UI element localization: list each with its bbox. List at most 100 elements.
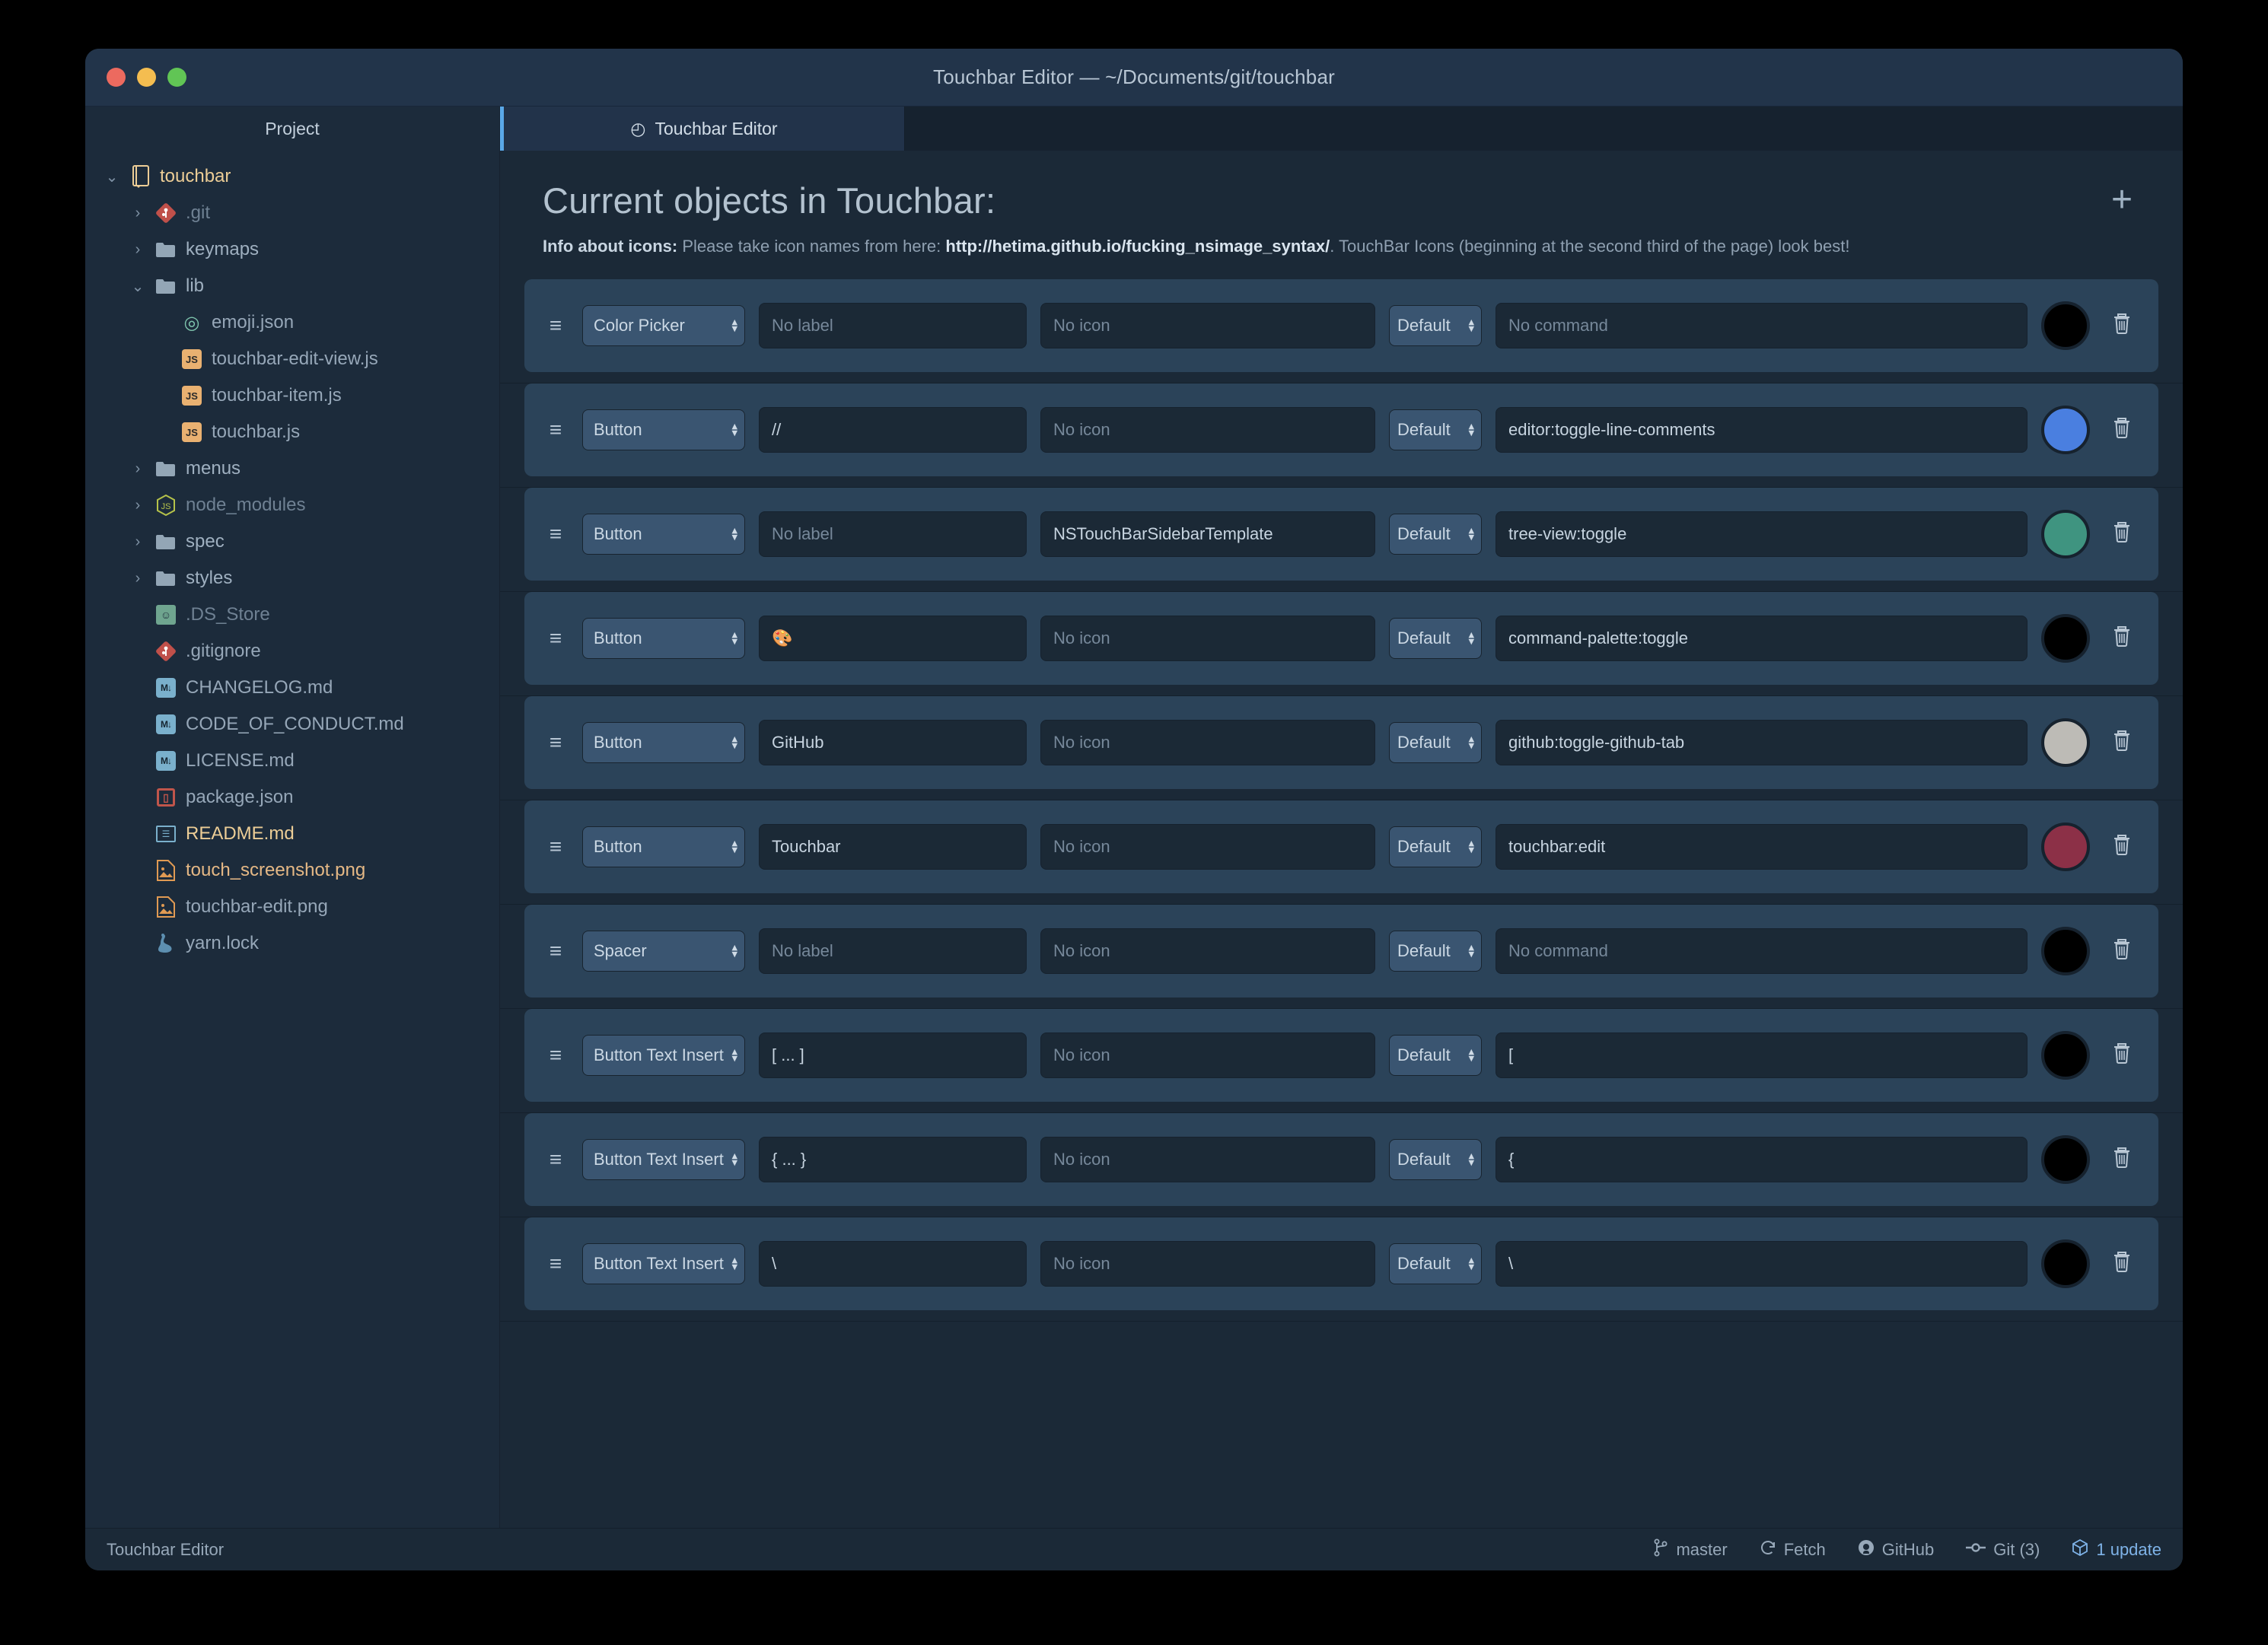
item-mode-select[interactable]: Default ▴ ▾ <box>1389 722 1482 763</box>
tree-item-yarn-lock[interactable]: ›yarn.lock <box>85 925 499 962</box>
delete-item-icon[interactable] <box>2104 1146 2140 1174</box>
item-command-input[interactable]: { <box>1496 1137 2028 1182</box>
item-type-select[interactable]: Button ▴ ▾ <box>582 409 745 450</box>
item-mode-select[interactable]: Default ▴ ▾ <box>1389 409 1482 450</box>
drag-handle-icon[interactable]: ≡ <box>543 419 569 441</box>
delete-item-icon[interactable] <box>2104 1250 2140 1278</box>
tree-item-node-modules[interactable]: › JS node_modules <box>85 487 499 523</box>
drag-handle-icon[interactable]: ≡ <box>543 523 569 545</box>
item-label-input[interactable]: No label <box>759 303 1027 348</box>
item-label-input[interactable]: GitHub <box>759 720 1027 765</box>
chevron-right-icon[interactable]: › <box>125 205 151 222</box>
chevron-right-icon[interactable]: › <box>125 570 151 587</box>
item-label-input[interactable]: // <box>759 407 1027 453</box>
nsimage-syntax-link[interactable]: http://hetima.github.io/fucking_nsimage_… <box>945 237 1330 256</box>
item-icon-input[interactable]: No icon <box>1040 616 1375 661</box>
item-icon-input[interactable]: No icon <box>1040 1032 1375 1078</box>
chevron-right-icon[interactable]: › <box>125 497 151 514</box>
delete-item-icon[interactable] <box>2104 729 2140 757</box>
status-item-github[interactable]: GitHub <box>1858 1539 1934 1561</box>
item-color-swatch[interactable] <box>2041 614 2090 663</box>
item-color-swatch[interactable] <box>2041 718 2090 767</box>
drag-handle-icon[interactable]: ≡ <box>543 1253 569 1274</box>
item-type-select[interactable]: Spacer ▴ ▾ <box>582 931 745 972</box>
item-command-input[interactable]: No command <box>1496 303 2028 348</box>
item-mode-select[interactable]: Default ▴ ▾ <box>1389 931 1482 972</box>
item-label-input[interactable]: \ <box>759 1241 1027 1287</box>
item-command-input[interactable]: [ <box>1496 1032 2028 1078</box>
close-button[interactable] <box>107 68 126 87</box>
item-type-select[interactable]: Button ▴ ▾ <box>582 514 745 555</box>
zoom-button[interactable] <box>167 68 186 87</box>
tab-touchbar-editor[interactable]: ◴ Touchbar Editor <box>500 107 905 151</box>
delete-item-icon[interactable] <box>2104 937 2140 966</box>
tree-item-changelog-md[interactable]: ›M↓CHANGELOG.md <box>85 670 499 706</box>
item-command-input[interactable]: github:toggle-github-tab <box>1496 720 2028 765</box>
tree-item-touchbar-edit-view-js[interactable]: ›JStouchbar-edit-view.js <box>85 341 499 377</box>
item-type-select[interactable]: Button Text Insert ▴ ▾ <box>582 1035 745 1076</box>
item-icon-input[interactable]: No icon <box>1040 720 1375 765</box>
chevron-right-icon[interactable]: › <box>125 460 151 478</box>
delete-item-icon[interactable] <box>2104 1042 2140 1070</box>
item-icon-input[interactable]: No icon <box>1040 1137 1375 1182</box>
add-item-button[interactable]: + <box>2104 181 2140 218</box>
item-icon-input[interactable]: No icon <box>1040 407 1375 453</box>
chevron-right-icon[interactable]: › <box>125 533 151 551</box>
tree-item-keymaps[interactable]: › keymaps <box>85 231 499 268</box>
item-type-select[interactable]: Color Picker ▴ ▾ <box>582 305 745 346</box>
item-type-select[interactable]: Button ▴ ▾ <box>582 618 745 659</box>
item-command-input[interactable]: tree-view:toggle <box>1496 511 2028 557</box>
tree-item--ds-store[interactable]: ›☺.DS_Store <box>85 597 499 633</box>
drag-handle-icon[interactable]: ≡ <box>543 940 569 962</box>
delete-item-icon[interactable] <box>2104 625 2140 653</box>
item-color-swatch[interactable] <box>2041 1031 2090 1080</box>
drag-handle-icon[interactable]: ≡ <box>543 315 569 336</box>
item-color-swatch[interactable] <box>2041 1239 2090 1288</box>
item-type-select[interactable]: Button ▴ ▾ <box>582 722 745 763</box>
status-item-git-3-[interactable]: Git (3) <box>1966 1540 2040 1560</box>
status-item-fetch[interactable]: Fetch <box>1760 1539 1826 1561</box>
item-mode-select[interactable]: Default ▴ ▾ <box>1389 826 1482 867</box>
project-tree[interactable]: ⌄touchbar›.git›keymaps⌄lib›◎emoji.json›J… <box>85 151 499 962</box>
item-command-input[interactable]: editor:toggle-line-comments <box>1496 407 2028 453</box>
delete-item-icon[interactable] <box>2104 416 2140 444</box>
item-label-input[interactable]: No label <box>759 511 1027 557</box>
chevron-right-icon[interactable]: › <box>125 241 151 259</box>
chevron-down-icon[interactable]: ⌄ <box>99 167 125 186</box>
item-icon-input[interactable]: No icon <box>1040 1241 1375 1287</box>
item-mode-select[interactable]: Default ▴ ▾ <box>1389 1139 1482 1180</box>
item-type-select[interactable]: Button Text Insert ▴ ▾ <box>582 1139 745 1180</box>
item-command-input[interactable]: \ <box>1496 1241 2028 1287</box>
tree-item-touch-screenshot-png[interactable]: ›touch_screenshot.png <box>85 852 499 889</box>
tree-item--git[interactable]: › .git <box>85 195 499 231</box>
tree-item-license-md[interactable]: ›M↓LICENSE.md <box>85 743 499 779</box>
drag-handle-icon[interactable]: ≡ <box>543 628 569 649</box>
tree-item--gitignore[interactable]: ›.gitignore <box>85 633 499 670</box>
item-mode-select[interactable]: Default ▴ ▾ <box>1389 618 1482 659</box>
tree-item-touchbar-item-js[interactable]: ›JStouchbar-item.js <box>85 377 499 414</box>
item-label-input[interactable]: { ... } <box>759 1137 1027 1182</box>
item-mode-select[interactable]: Default ▴ ▾ <box>1389 305 1482 346</box>
tree-item-code-of-conduct-md[interactable]: ›M↓CODE_OF_CONDUCT.md <box>85 706 499 743</box>
tree-item-touchbar-js[interactable]: ›JStouchbar.js <box>85 414 499 450</box>
tree-item-emoji-json[interactable]: ›◎emoji.json <box>85 304 499 341</box>
delete-item-icon[interactable] <box>2104 312 2140 340</box>
item-mode-select[interactable]: Default ▴ ▾ <box>1389 1243 1482 1284</box>
chevron-down-icon[interactable]: ⌄ <box>125 277 151 296</box>
item-command-input[interactable]: No command <box>1496 928 2028 974</box>
tree-item-readme-md[interactable]: ›☰README.md <box>85 816 499 852</box>
item-icon-input[interactable]: NSTouchBarSidebarTemplate <box>1040 511 1375 557</box>
drag-handle-icon[interactable]: ≡ <box>543 836 569 858</box>
drag-handle-icon[interactable]: ≡ <box>543 1149 569 1170</box>
drag-handle-icon[interactable]: ≡ <box>543 732 569 753</box>
item-type-select[interactable]: Button ▴ ▾ <box>582 826 745 867</box>
item-command-input[interactable]: command-palette:toggle <box>1496 616 2028 661</box>
tree-item-package-json[interactable]: ›▯package.json <box>85 779 499 816</box>
item-icon-input[interactable]: No icon <box>1040 824 1375 870</box>
item-color-swatch[interactable] <box>2041 927 2090 975</box>
item-label-input[interactable]: Touchbar <box>759 824 1027 870</box>
status-item-master[interactable]: master <box>1653 1538 1728 1561</box>
item-command-input[interactable]: touchbar:edit <box>1496 824 2028 870</box>
tree-item-lib[interactable]: ⌄ lib <box>85 268 499 304</box>
item-color-swatch[interactable] <box>2041 301 2090 350</box>
